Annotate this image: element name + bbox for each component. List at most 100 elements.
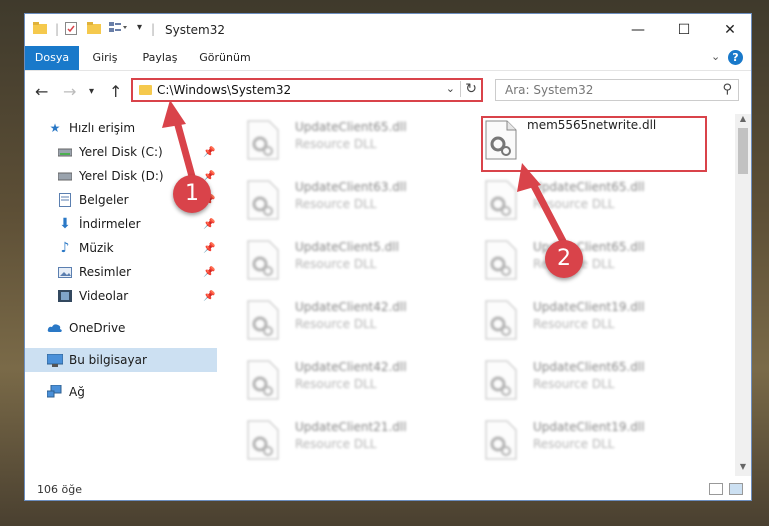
- nav-item-this-pc[interactable]: Bu bilgisayar: [25, 348, 217, 372]
- status-bar: 106 öğe: [25, 480, 751, 500]
- file-item[interactable]: UpdateClient5.dll Resource DLL: [247, 238, 467, 288]
- pin-icon[interactable]: 📌: [203, 291, 215, 302]
- file-name: UpdateClient19.dll: [533, 300, 645, 314]
- help-icon[interactable]: ?: [728, 50, 743, 65]
- drive-icon: [57, 169, 73, 183]
- search-icon[interactable]: ⚲: [722, 82, 732, 97]
- properties-icon[interactable]: [65, 22, 77, 35]
- file-item[interactable]: UpdateClient19.dll Resource DLL: [485, 298, 705, 348]
- new-folder-icon[interactable]: [87, 22, 101, 34]
- nav-item-pictures[interactable]: Resimler 📌: [25, 260, 217, 284]
- file-item[interactable]: UpdateClient21.dll Resource DLL: [247, 418, 467, 468]
- nav-label: Yerel Disk (D:): [79, 169, 164, 183]
- nav-item-network[interactable]: Ağ: [25, 380, 217, 404]
- maximize-button[interactable]: ☐: [661, 14, 707, 46]
- download-icon: ⬇: [59, 216, 71, 232]
- pin-icon[interactable]: 📌: [203, 147, 215, 158]
- file-item[interactable]: UpdateClient19.dll Resource DLL: [485, 418, 705, 468]
- tab-gorunum[interactable]: Görünüm: [195, 46, 255, 70]
- file-type: Resource DLL: [533, 377, 615, 391]
- file-name: UpdateClient42.dll: [295, 360, 407, 374]
- up-arrow-icon[interactable]: ↑: [109, 82, 122, 101]
- tab-giris[interactable]: Giriş: [83, 46, 127, 70]
- explorer-window: | ▾ | System32 — ☐ ✕ Dosya Giriş Paylaş …: [24, 13, 752, 501]
- nav-item-onedrive[interactable]: OneDrive: [25, 316, 217, 340]
- file-name: UpdateClient65.dll: [533, 180, 645, 194]
- file-item[interactable]: UpdateClient42.dll Resource DLL: [247, 298, 467, 348]
- separator: |: [55, 22, 60, 36]
- search-input[interactable]: Ara: System32 ⚲: [495, 79, 739, 101]
- file-name: UpdateClient21.dll: [295, 420, 407, 434]
- pictures-icon: [57, 265, 73, 279]
- customize-toolbar-icon[interactable]: ▾: [137, 22, 142, 33]
- file-item[interactable]: UpdateClient42.dll Resource DLL: [247, 358, 467, 408]
- highlight-box: [481, 116, 707, 172]
- view-layout-icon[interactable]: [109, 22, 127, 34]
- nav-label: Videolar: [79, 289, 129, 303]
- drive-icon: [57, 145, 73, 159]
- dll-file-icon: [485, 420, 517, 460]
- folder-icon: [139, 85, 152, 95]
- details-view-icon[interactable]: [709, 483, 723, 495]
- forward-arrow-icon[interactable]: →: [63, 82, 76, 101]
- pin-icon[interactable]: 📌: [203, 267, 215, 278]
- file-type: Resource DLL: [533, 317, 615, 331]
- address-path[interactable]: C:\Windows\System32: [157, 83, 291, 97]
- file-name: UpdateClient5.dll: [295, 240, 399, 254]
- dll-file-icon: [485, 300, 517, 340]
- dll-file-icon: [247, 420, 279, 460]
- dll-file-icon: [247, 180, 279, 220]
- nav-item-quick-access[interactable]: ★ Hızlı erişim: [25, 116, 217, 140]
- tab-dosya[interactable]: Dosya: [25, 46, 79, 70]
- file-name: UpdateClient65.dll: [533, 360, 645, 374]
- videos-icon: [57, 289, 73, 303]
- dll-file-icon: [247, 300, 279, 340]
- file-type: Resource DLL: [295, 377, 377, 391]
- recent-locations-icon[interactable]: ▾: [89, 86, 94, 97]
- nav-label: Ağ: [69, 385, 85, 399]
- minimize-button[interactable]: —: [615, 14, 661, 46]
- dll-file-icon: [485, 240, 517, 280]
- address-bar[interactable]: C:\Windows\System32 ⌄ ↻: [131, 78, 483, 102]
- file-item[interactable]: UpdateClient65.dll Resource DLL: [485, 178, 705, 228]
- scroll-down-icon[interactable]: ▼: [735, 462, 751, 476]
- window-title: System32: [165, 23, 226, 37]
- file-item[interactable]: UpdateClient65.dll Resource DLL: [485, 358, 705, 408]
- large-icons-view-icon[interactable]: [729, 483, 743, 495]
- navigation-pane: ★ Hızlı erişim Yerel Disk (C:) 📌 Yerel D…: [25, 114, 217, 474]
- dll-file-icon: [247, 360, 279, 400]
- separator: |: [151, 22, 156, 36]
- nav-item-videos[interactable]: Videolar 📌: [25, 284, 217, 308]
- file-name: UpdateClient65.dll: [295, 120, 407, 134]
- pin-icon[interactable]: 📌: [203, 219, 215, 230]
- step-badge-2: 2: [545, 240, 583, 278]
- vertical-scrollbar[interactable]: ▲ ▼: [735, 114, 751, 476]
- scroll-up-icon[interactable]: ▲: [735, 114, 751, 128]
- item-count: 106 öğe: [37, 483, 82, 496]
- nav-label: Bu bilgisayar: [69, 353, 147, 367]
- nav-item-downloads[interactable]: ⬇ İndirmeler 📌: [25, 212, 217, 236]
- refresh-icon[interactable]: ↻: [460, 81, 477, 97]
- computer-icon: [47, 353, 63, 367]
- nav-item-disk-c[interactable]: Yerel Disk (C:) 📌: [25, 140, 217, 164]
- dll-file-icon: [485, 360, 517, 400]
- file-item[interactable]: UpdateClient65.dll Resource DLL: [247, 118, 467, 168]
- tab-paylas[interactable]: Paylaş: [135, 46, 185, 70]
- scroll-thumb[interactable]: [738, 128, 748, 174]
- pin-icon[interactable]: 📌: [203, 243, 215, 254]
- ribbon-tabs: Dosya Giriş Paylaş Görünüm ⌄ ?: [25, 46, 751, 71]
- nav-item-music[interactable]: ♪ Müzik 📌: [25, 236, 217, 260]
- chevron-down-icon[interactable]: ⌄: [711, 50, 720, 63]
- chevron-down-icon[interactable]: ⌄: [446, 82, 455, 95]
- network-icon: [47, 385, 63, 399]
- nav-label: OneDrive: [69, 321, 126, 335]
- close-button[interactable]: ✕: [707, 14, 753, 46]
- back-arrow-icon[interactable]: ←: [35, 82, 48, 101]
- file-type: Resource DLL: [295, 197, 377, 211]
- nav-label: Hızlı erişim: [69, 121, 136, 135]
- nav-label: Resimler: [79, 265, 132, 279]
- dll-file-icon: [485, 180, 517, 220]
- file-item[interactable]: UpdateClient65.dll Resource DLL: [485, 238, 705, 288]
- file-item[interactable]: UpdateClient63.dll Resource DLL: [247, 178, 467, 228]
- file-type: Resource DLL: [295, 257, 377, 271]
